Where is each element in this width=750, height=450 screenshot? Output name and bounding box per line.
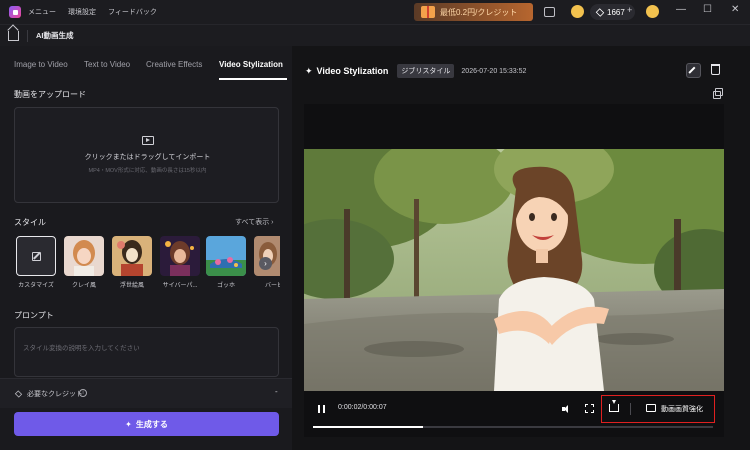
timestamp: 2026-07-20 15:33:52 — [461, 67, 527, 75]
video-player: 0:00:02/0:00:07 動画画質強化 — [304, 104, 724, 437]
generate-button[interactable]: ✦ 生成する — [14, 412, 279, 436]
volume-icon[interactable] — [562, 405, 572, 413]
upload-text: クリックまたはドラッグしてインポート — [84, 154, 211, 161]
sub-header: AI動画生成 — [0, 24, 750, 46]
info-icon[interactable]: i — [79, 389, 87, 397]
menu-item-menu[interactable]: メニュー — [28, 7, 56, 17]
coin-icon[interactable] — [571, 5, 584, 18]
diamond-icon — [14, 390, 23, 398]
right-panel: ✦ Video Stylization ジブリスタイル 2026-07-20 1… — [293, 46, 750, 450]
prompt-section-title: プロンプト — [14, 311, 54, 320]
enhance-button[interactable]: 動画画質強化 — [661, 404, 703, 414]
download-icon[interactable] — [609, 400, 619, 412]
promo-text: 最低0.2円/クレジット — [440, 7, 518, 17]
style-label: サイバーパ... — [162, 283, 198, 288]
upload-dropzone[interactable]: クリックまたはドラッグしてインポート MP4・MOV形式に対応、動画の長さは15… — [14, 107, 279, 203]
style-card-ukiyoe[interactable]: 浮世絵風 — [112, 236, 152, 288]
avatar[interactable] — [646, 5, 659, 18]
top-menu: メニュー 環境設定 フィードバック — [28, 7, 157, 17]
divider — [630, 403, 631, 415]
left-panel: Image to Video Text to Video Creative Ef… — [0, 46, 292, 450]
player-controls: 0:00:02/0:00:07 動画画質強化 — [304, 391, 724, 437]
style-label: カスタマイズ — [18, 283, 54, 288]
style-label: ゴッホ — [216, 283, 235, 288]
style-thumb-clay — [64, 236, 104, 276]
add-credits-button[interactable]: + — [627, 5, 632, 15]
prompt-input[interactable]: スタイル変換の説明を入力してください — [14, 327, 279, 377]
style-thumb-ukiyoe — [112, 236, 152, 276]
style-label: バービ — [264, 283, 280, 288]
tab-video-stylization[interactable]: Video Stylization — [219, 60, 283, 69]
menu-item-feedback[interactable]: フィードバック — [108, 7, 157, 17]
prompt-placeholder: スタイル変換の説明を入力してください — [23, 345, 140, 352]
carousel-next-button[interactable]: › — [259, 257, 272, 270]
style-thumb-gogh — [206, 236, 246, 276]
credits-count: 1667 — [607, 7, 625, 17]
page-title: AI動画生成 — [36, 31, 74, 40]
mode-tabs: Image to Video Text to Video Creative Ef… — [0, 46, 292, 84]
style-label: 浮世絵風 — [119, 283, 144, 288]
app-logo-icon — [9, 6, 21, 18]
style-card-gogh[interactable]: ゴッホ — [206, 236, 246, 288]
app-window: メニュー 環境設定 フィードバック 最低0.2円/クレジット 1667 + — … — [0, 0, 750, 450]
style-section-title: スタイル — [14, 218, 46, 227]
copy-icon[interactable] — [713, 88, 723, 99]
active-tab-indicator — [219, 78, 287, 80]
home-icon[interactable] — [8, 30, 19, 41]
gift-icon — [421, 6, 435, 18]
upload-hint: MP4・MOV形式に対応、動画の長さは15秒以内 — [88, 168, 207, 174]
credit-label: 必要なクレジット — [27, 391, 83, 398]
maximize-button[interactable]: ☐ — [703, 4, 712, 15]
show-all-link[interactable]: すべて表示 › — [235, 217, 274, 227]
credit-row: 必要なクレジット i - — [0, 378, 292, 408]
progress-bar[interactable] — [313, 426, 713, 428]
progress-fill — [313, 426, 423, 428]
result-title: Video Stylization — [316, 66, 389, 76]
video-upload-icon — [142, 136, 154, 145]
style-thumb-customize — [16, 236, 56, 276]
sparkle-icon: ✦ — [305, 65, 313, 76]
promo-banner[interactable]: 最低0.2円/クレジット — [414, 3, 533, 21]
style-thumb-barbie — [254, 236, 280, 276]
style-card-customize[interactable]: カスタマイズ — [16, 236, 56, 288]
menu-item-settings[interactable]: 環境設定 — [68, 7, 96, 17]
tab-text-to-video[interactable]: Text to Video — [84, 60, 130, 69]
upload-section-title: 動画をアップロード — [14, 90, 86, 99]
result-header: ✦ Video Stylization ジブリスタイル 2026-07-20 1… — [305, 64, 526, 78]
edit-icon — [31, 251, 41, 261]
ghibli-girl-frame — [304, 149, 724, 391]
style-card-clay[interactable]: クレイ風 — [64, 236, 104, 288]
pause-icon[interactable] — [318, 405, 325, 413]
video-frame[interactable] — [304, 149, 724, 391]
style-label: クレイ風 — [71, 283, 96, 288]
fullscreen-icon[interactable] — [585, 404, 594, 413]
tab-image-to-video[interactable]: Image to Video — [14, 60, 68, 69]
style-thumb-cyberpunk — [160, 236, 200, 276]
message-icon[interactable] — [544, 7, 555, 17]
close-button[interactable]: ✕ — [731, 4, 739, 15]
sparkle-icon: ✦ — [125, 419, 132, 429]
style-tag: ジブリスタイル — [397, 64, 455, 78]
edit-button[interactable] — [686, 63, 701, 78]
tab-creative-effects[interactable]: Creative Effects — [146, 60, 202, 69]
diamond-icon — [595, 7, 605, 17]
style-carousel: カスタマイズ クレイ風 浮世絵風 サイバーパ... ゴッホ バービ — [16, 236, 280, 288]
title-bar: メニュー 環境設定 フィードバック 最低0.2円/クレジット 1667 + — … — [0, 0, 750, 24]
minimize-button[interactable]: — — [676, 4, 686, 15]
generate-label: 生成する — [135, 419, 168, 429]
enhance-icon[interactable] — [646, 404, 656, 412]
credit-value: - — [275, 387, 278, 396]
trash-icon[interactable] — [711, 64, 720, 75]
divider — [27, 29, 28, 42]
style-card-cyberpunk[interactable]: サイバーパ... — [160, 236, 200, 288]
playback-time: 0:00:02/0:00:07 — [338, 404, 387, 411]
